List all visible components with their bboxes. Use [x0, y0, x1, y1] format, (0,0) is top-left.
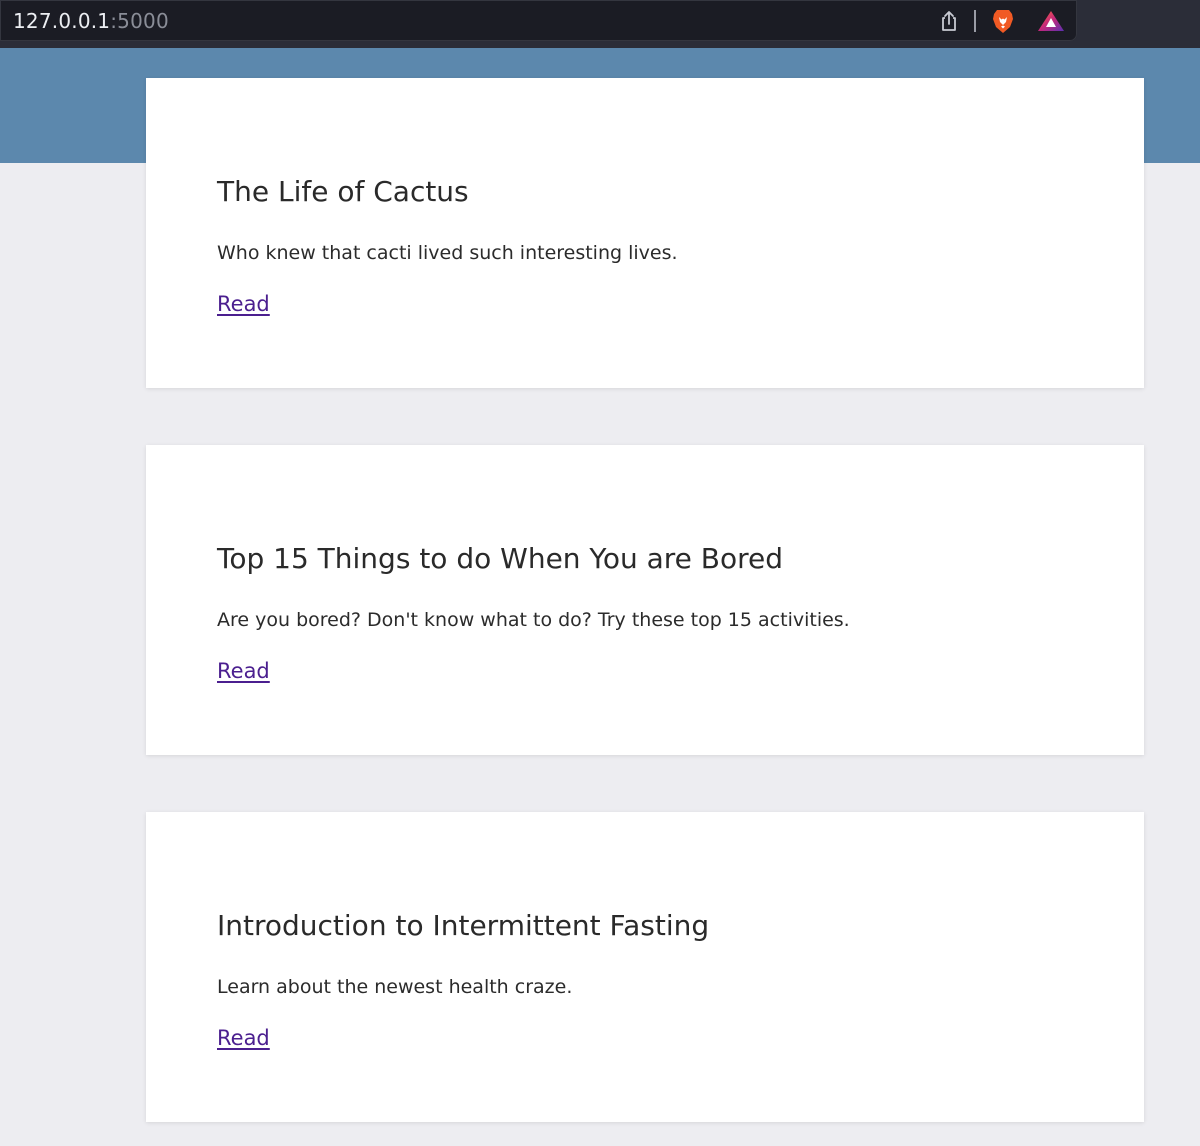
brave-rewards-icon[interactable]	[1037, 9, 1065, 33]
brave-shields-icon[interactable]	[991, 8, 1015, 34]
browser-toolbar: 127.0.0.1:5000	[0, 0, 1200, 48]
url-port: :5000	[110, 9, 169, 33]
post-card: Introduction to Intermittent Fasting Lea…	[146, 812, 1144, 1122]
post-title: Introduction to Intermittent Fasting	[217, 909, 710, 942]
read-link[interactable]: Read	[217, 289, 270, 319]
url-host: 127.0.0.1	[13, 9, 111, 33]
post-description: Learn about the newest health craze.	[217, 976, 573, 998]
post-title: Top 15 Things to do When You are Bored	[217, 542, 784, 575]
post-card: Top 15 Things to do When You are Bored A…	[146, 445, 1144, 755]
post-card: The Life of Cactus Who knew that cacti l…	[146, 78, 1144, 388]
address-bar[interactable]: 127.0.0.1:5000	[0, 0, 1077, 41]
post-title: The Life of Cactus	[217, 175, 469, 208]
toolbar-divider	[974, 10, 976, 32]
read-link[interactable]: Read	[217, 1023, 270, 1053]
post-description: Are you bored? Don't know what to do? Tr…	[217, 609, 850, 631]
url-text[interactable]: 127.0.0.1:5000	[13, 9, 169, 33]
read-link[interactable]: Read	[217, 656, 270, 686]
share-icon[interactable]	[938, 9, 960, 33]
post-description: Who knew that cacti lived such interesti…	[217, 242, 678, 264]
